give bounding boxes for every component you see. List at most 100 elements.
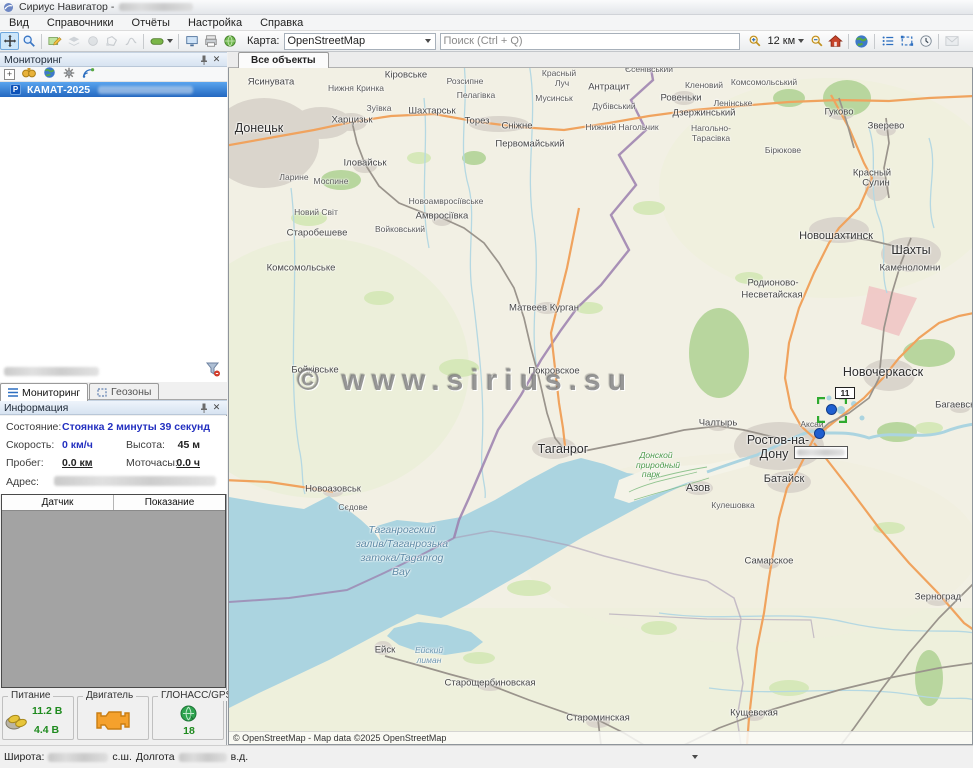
main-toolbar: Карта: OpenStreetMap Поиск (Ctrl + Q) 12… (0, 31, 973, 52)
time-filter-button[interactable] (916, 32, 935, 50)
zoom-out-button[interactable] (807, 32, 826, 50)
parking-status-icon: P (10, 84, 21, 95)
info-fields: Состояние: Стоянка 2 минуты 39 секунд Ск… (0, 416, 227, 494)
filter-button[interactable] (205, 361, 221, 380)
sensors-table-header[interactable]: Датчик Показание (2, 495, 225, 511)
tab-monitoring[interactable]: Мониторинг (0, 383, 88, 401)
layers-icon (67, 34, 81, 48)
vehicle-row[interactable]: P КАМАТ-2025 (0, 82, 227, 97)
power-title: Питание (8, 690, 53, 701)
menu-bar: ВидСправочникиОтчётыНастройкаСправка (0, 15, 973, 31)
close-panel-button[interactable]: ✕ (210, 54, 223, 66)
gnss-title: ГЛОНАСС/GPS (158, 690, 235, 701)
latitude-redacted (48, 753, 108, 762)
engine-icon (95, 707, 133, 735)
tab-monitoring-label: Мониторинг (22, 387, 80, 399)
chevron-down-icon (425, 39, 431, 43)
polyline-edit-button[interactable] (121, 32, 140, 50)
pan-tool-button[interactable] (0, 32, 19, 50)
voltage-main: 11.2 В (32, 705, 62, 717)
map-base-layer (229, 68, 973, 745)
messages-button[interactable] (942, 32, 961, 50)
engine-title: Двигатель (83, 690, 136, 701)
speed-label: Скорость: (6, 439, 54, 451)
menu-item[interactable]: Справка (251, 16, 312, 30)
value-column-header[interactable]: Показание (114, 495, 225, 510)
vehicle-marker-label[interactable]: 11 (835, 387, 855, 399)
zoom-out-icon (810, 34, 824, 48)
height-label: Высота: (126, 439, 165, 451)
zoom-in-button[interactable] (746, 32, 765, 50)
vehicle-marker-secondary[interactable] (814, 428, 825, 439)
home-icon (828, 34, 843, 48)
polygon-edit-button[interactable] (102, 32, 121, 50)
binoculars-icon (22, 67, 36, 78)
status-bar: Широта: с.ш. Долгота в.д. (0, 745, 973, 768)
monitoring-panel-title: Мониторинг (4, 54, 62, 66)
screens-button[interactable] (182, 32, 201, 50)
power-groupbox: Питание 11.2 В 4.4 В (2, 696, 74, 740)
dropdown-arrow-icon (167, 39, 173, 43)
map-select-label: Карта: (247, 35, 280, 47)
address-label: Адрес: (6, 476, 39, 488)
marker-address-redacted (797, 449, 845, 456)
find-object-button[interactable] (22, 67, 36, 81)
hours-value[interactable]: 0.0 ч (170, 457, 200, 469)
zoom-tool-button[interactable] (19, 32, 38, 50)
longitude-redacted (179, 753, 227, 762)
pin-panel-button[interactable] (197, 54, 210, 66)
move-geozone-button[interactable] (83, 32, 102, 50)
pin-panel-button[interactable] (197, 402, 210, 414)
edit-map-icon (48, 34, 62, 48)
monitoring-panel-header: Мониторинг ✕ (0, 52, 227, 67)
list-icon (8, 388, 18, 397)
clock-icon (919, 34, 933, 48)
map-canvas[interactable]: ЯсинуватаНижня КринкаКіровськеРозсипнеПе… (228, 68, 973, 745)
settings-button[interactable] (63, 67, 75, 82)
monitoring-list[interactable] (0, 97, 227, 382)
menu-item[interactable]: Справочники (38, 16, 123, 30)
scale-select[interactable]: 12 км (765, 35, 808, 47)
home-view-button[interactable] (826, 32, 845, 50)
vehicle-marker[interactable] (826, 404, 837, 415)
app-window: Сириус Навигатор - ВидСправочникиОтчётыН… (0, 0, 973, 768)
statusbar-dropdown-arrow[interactable] (692, 755, 698, 759)
map-watermark: © www.sirius.su (297, 364, 633, 398)
map-tab-label: Все объекты (251, 55, 316, 66)
earth-icon (854, 34, 869, 49)
menu-item[interactable]: Отчёты (123, 16, 179, 30)
map-select[interactable]: OpenStreetMap (284, 33, 436, 50)
print-button[interactable] (201, 32, 220, 50)
tab-geozones[interactable]: Геозоны (89, 383, 159, 400)
state-value: Стоянка 2 минуты 39 секунд (62, 421, 210, 433)
show-on-map-button[interactable] (43, 66, 56, 82)
search-input[interactable]: Поиск (Ctrl + Q) (440, 33, 740, 50)
close-panel-button[interactable]: ✕ (210, 402, 223, 414)
menu-item[interactable]: Вид (0, 16, 38, 30)
search-placeholder: Поиск (Ctrl + Q) (444, 35, 523, 47)
menu-item[interactable]: Настройка (179, 16, 251, 30)
longitude-label: Долгота (136, 751, 175, 763)
circle-shape-icon (86, 34, 100, 48)
sensor-column-header[interactable]: Датчик (2, 495, 114, 510)
funnel-icon (205, 361, 221, 377)
latitude-label: Широта: (4, 751, 44, 763)
measure-tool-button[interactable] (147, 32, 175, 50)
globe-green-icon (223, 34, 237, 48)
select-area-button[interactable] (897, 32, 916, 50)
expand-tree-button[interactable]: + (4, 69, 15, 80)
polygon-icon (105, 34, 119, 48)
pin-icon (200, 55, 208, 65)
map-tab-all-objects[interactable]: Все объекты (238, 52, 329, 68)
telemetry-button[interactable] (82, 67, 95, 82)
list-footer-redacted (4, 367, 99, 376)
mileage-value[interactable]: 0.0 км (62, 457, 93, 469)
earth-view-button[interactable] (852, 32, 871, 50)
satellite-signal-icon (82, 67, 95, 79)
pan-icon (3, 34, 17, 48)
3d-view-button[interactable] (220, 32, 239, 50)
new-geozone-button[interactable] (64, 32, 83, 50)
edit-map-button[interactable] (45, 32, 64, 50)
track-list-button[interactable] (878, 32, 897, 50)
marker-address-popup (794, 446, 848, 459)
